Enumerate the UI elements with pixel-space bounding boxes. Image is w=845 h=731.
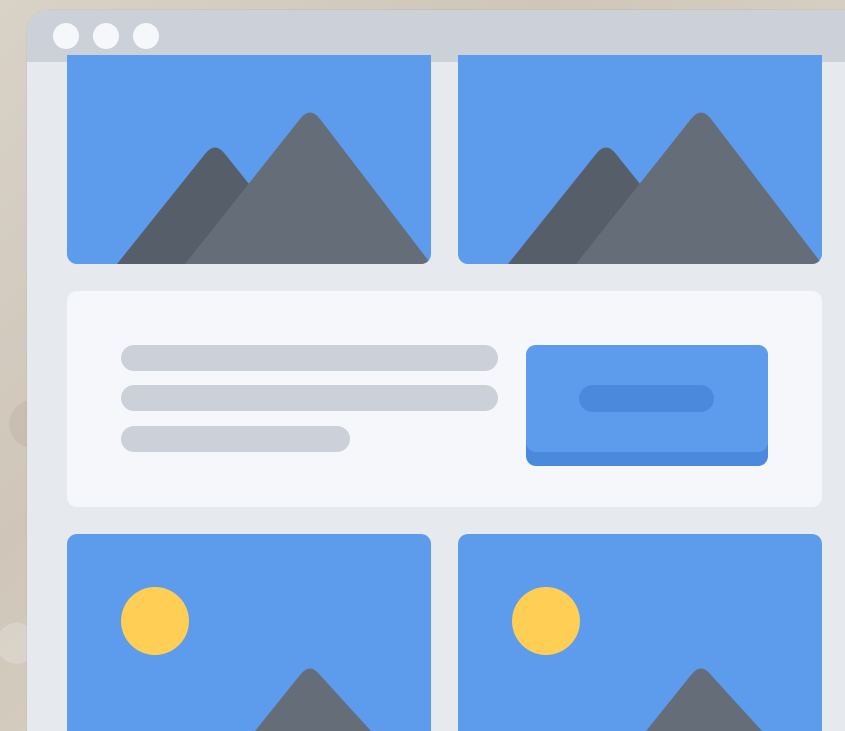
image-card-top-right xyxy=(458,55,822,264)
mountain-icon xyxy=(117,112,431,264)
sun-icon xyxy=(512,587,580,655)
browser-window xyxy=(27,10,845,731)
cta-button-label-placeholder xyxy=(579,385,714,412)
image-card-bottom-left xyxy=(67,534,431,731)
sun-icon xyxy=(121,587,189,655)
window-control-dot[interactable] xyxy=(133,23,159,49)
mountain-icon xyxy=(508,112,822,264)
image-card-bottom-right xyxy=(458,534,822,731)
text-placeholder-line xyxy=(121,426,350,452)
cta-button[interactable] xyxy=(526,345,768,466)
sun-mountain-icon xyxy=(121,587,371,731)
text-placeholder-line xyxy=(121,345,498,371)
window-control-dot[interactable] xyxy=(93,23,119,49)
sun-mountain-icon xyxy=(512,587,762,731)
text-placeholder-line xyxy=(121,385,498,411)
content-card xyxy=(67,291,822,507)
window-control-dot[interactable] xyxy=(53,23,79,49)
image-card-top-left xyxy=(67,55,431,264)
